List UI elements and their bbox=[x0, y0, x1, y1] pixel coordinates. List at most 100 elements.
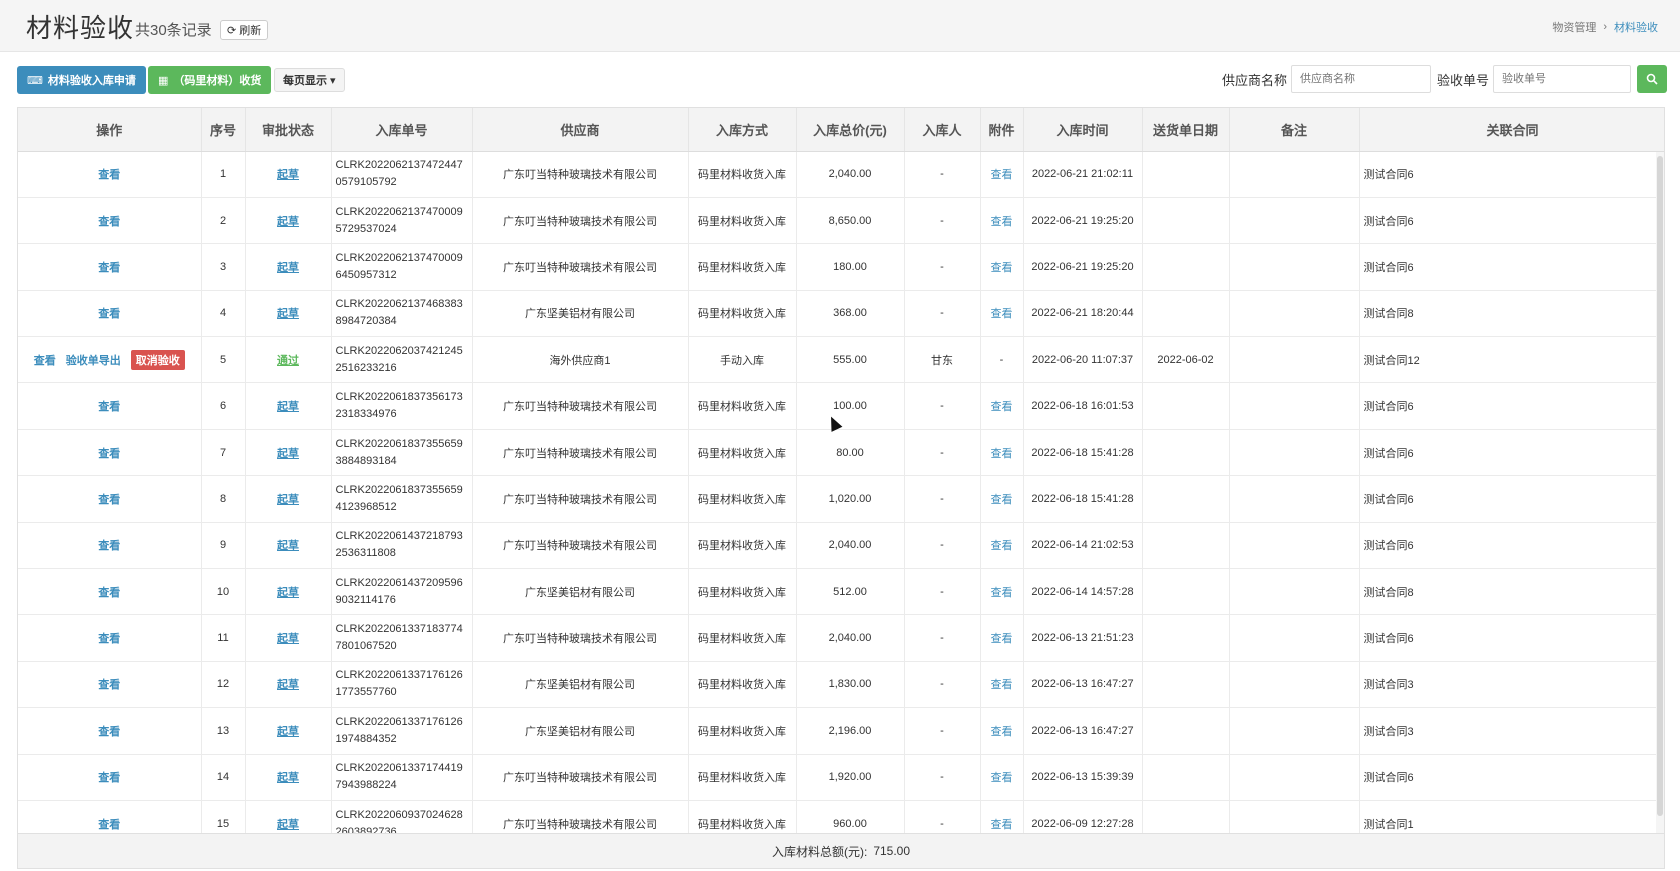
order-number: CLRK20220621374700095729537024 bbox=[335, 205, 463, 235]
view-link[interactable]: 查看 bbox=[98, 308, 120, 320]
cancel-acceptance-button[interactable]: 取消验收 bbox=[130, 349, 185, 370]
scrollbar-thumb[interactable] bbox=[1657, 156, 1663, 816]
storage-method: 手动入库 bbox=[720, 354, 764, 367]
action-group: 查看 验收单导出 取消验收 bbox=[22, 349, 197, 370]
order-number: CLRK20220618373556594123968512 bbox=[335, 483, 463, 513]
attachment-link[interactable]: 查看 bbox=[991, 262, 1013, 274]
table-cell: - bbox=[904, 197, 981, 245]
storage-time: 2022-06-21 19:25:20 bbox=[1031, 214, 1134, 227]
search-area: 供应商名称 验收单号 bbox=[1222, 65, 1667, 93]
table-cell: 80.00 bbox=[796, 429, 905, 477]
apply-button[interactable]: ⌨ 材料验收入库申请 bbox=[17, 66, 146, 94]
storage-time: 2022-06-13 16:47:27 bbox=[1031, 678, 1134, 691]
attachment-link[interactable]: 查看 bbox=[991, 587, 1013, 599]
status-link[interactable]: 起草 bbox=[277, 494, 299, 506]
table-cell: 广东叮当特种玻璃技术有限公司 bbox=[472, 754, 689, 801]
table-cell: 广东叮当特种玻璃技术有限公司 bbox=[472, 429, 689, 477]
table-cell: 起草 bbox=[245, 243, 332, 291]
table-cell: 广东叮当特种玻璃技术有限公司 bbox=[472, 522, 689, 570]
view-link[interactable]: 查看 bbox=[98, 169, 120, 181]
attachment-link[interactable]: 查看 bbox=[991, 169, 1013, 181]
related-contract: 测试合同6 bbox=[1363, 261, 1414, 274]
status-link[interactable]: 起草 bbox=[277, 448, 299, 460]
attachment-link[interactable]: 查看 bbox=[991, 772, 1013, 784]
view-link[interactable]: 查看 bbox=[98, 633, 120, 645]
vertical-scrollbar[interactable] bbox=[1656, 152, 1664, 833]
search-button[interactable] bbox=[1637, 65, 1667, 93]
table-cell: - bbox=[904, 707, 981, 755]
view-link[interactable]: 查看 bbox=[98, 587, 120, 599]
attachment-link[interactable]: 查看 bbox=[991, 308, 1013, 320]
refresh-button[interactable]: ⟳ 刷新 bbox=[220, 20, 269, 40]
view-link[interactable]: 查看 bbox=[98, 216, 120, 228]
table-cell: 起草 bbox=[245, 707, 332, 755]
view-link[interactable]: 查看 bbox=[98, 494, 120, 506]
view-link[interactable]: 查看 bbox=[98, 726, 120, 738]
table-cell: - bbox=[904, 522, 981, 570]
order-number: CLRK20220613371761261773557760 bbox=[335, 669, 463, 699]
per-page-dropdown[interactable]: 每页显示 ▾ bbox=[274, 68, 345, 92]
storage-method: 码里材料收货入库 bbox=[698, 308, 786, 321]
status-link[interactable]: 起草 bbox=[277, 772, 299, 784]
table-cell bbox=[1142, 661, 1230, 709]
attachment-link[interactable]: 查看 bbox=[991, 494, 1013, 506]
status-link[interactable]: 起草 bbox=[277, 308, 299, 320]
supplier-name: 广东叮当特种玻璃技术有限公司 bbox=[503, 633, 657, 646]
table-cell bbox=[1229, 243, 1360, 291]
breadcrumb-item-current[interactable]: 材料验收 bbox=[1614, 19, 1658, 35]
order-number: CLRK20220613371837747801067520 bbox=[335, 623, 463, 653]
table-cell: 1,830.00 bbox=[796, 661, 905, 709]
attachment-link[interactable]: 查看 bbox=[991, 540, 1013, 552]
storage-time: 2022-06-18 15:41:28 bbox=[1031, 492, 1134, 505]
status-link[interactable]: 起草 bbox=[277, 169, 299, 181]
status-link[interactable]: 起草 bbox=[277, 540, 299, 552]
status-link[interactable]: 起草 bbox=[277, 726, 299, 738]
table-row: 查看 8 起草 CLRK20220618373556594123968512 广东叮当特… bbox=[18, 475, 1664, 523]
total-price: 1,830.00 bbox=[828, 678, 872, 691]
table-cell bbox=[1229, 800, 1360, 833]
order-search-input[interactable] bbox=[1493, 65, 1631, 93]
status-link[interactable]: 起草 bbox=[277, 633, 299, 645]
table-cell: 2022-06-09 12:27:28 bbox=[1023, 800, 1143, 833]
export-link[interactable]: 验收单导出 bbox=[66, 352, 121, 368]
view-link[interactable]: 查看 bbox=[98, 540, 120, 552]
storage-person: - bbox=[940, 771, 944, 784]
attachment-link[interactable]: 查看 bbox=[991, 448, 1013, 460]
status-link[interactable]: 起草 bbox=[277, 216, 299, 228]
table-cell: 测试合同6 bbox=[1359, 614, 1664, 662]
view-link[interactable]: 查看 bbox=[34, 352, 56, 368]
attachment-link[interactable]: 查看 bbox=[991, 726, 1013, 738]
storage-time: 2022-06-21 21:02:11 bbox=[1031, 168, 1134, 181]
status-link[interactable]: 起草 bbox=[277, 262, 299, 274]
attachment-link[interactable]: 查看 bbox=[991, 401, 1013, 413]
supplier-search-input[interactable] bbox=[1290, 65, 1431, 93]
status-link[interactable]: 起草 bbox=[277, 587, 299, 599]
attachment-link[interactable]: 查看 bbox=[991, 679, 1013, 691]
status-link[interactable]: 起草 bbox=[277, 679, 299, 691]
table-cell: 查看 bbox=[18, 661, 202, 709]
view-link[interactable]: 查看 bbox=[98, 448, 120, 460]
view-link[interactable]: 查看 bbox=[98, 679, 120, 691]
view-link[interactable]: 查看 bbox=[98, 262, 120, 274]
table-cell: - bbox=[904, 568, 981, 616]
receive-label: （码里材料）收货 bbox=[173, 75, 262, 87]
status-link[interactable]: 通过 bbox=[277, 355, 299, 367]
view-link[interactable]: 查看 bbox=[98, 772, 120, 784]
attachment-link[interactable]: 查看 bbox=[991, 633, 1013, 645]
status-link[interactable]: 起草 bbox=[277, 401, 299, 413]
attachment-link[interactable]: 查看 bbox=[991, 819, 1013, 831]
view-link[interactable]: 查看 bbox=[98, 819, 120, 831]
receive-button[interactable]: ▦ （码里材料）收货 bbox=[148, 66, 272, 94]
table-cell bbox=[1229, 754, 1360, 801]
row-seq: 5 bbox=[219, 353, 227, 366]
table-cell: 查看 bbox=[980, 429, 1024, 477]
view-link[interactable]: 查看 bbox=[98, 401, 120, 413]
table-cell: 广东叮当特种玻璃技术有限公司 bbox=[472, 243, 689, 291]
status-link[interactable]: 起草 bbox=[277, 819, 299, 831]
table-cell: 码里材料收货入库 bbox=[688, 243, 797, 291]
storage-method: 码里材料收货入库 bbox=[698, 401, 786, 414]
breadcrumb-item-inventory[interactable]: 物资管理 bbox=[1552, 19, 1596, 35]
column-header: 入库方式 bbox=[688, 108, 797, 152]
attachment-link[interactable]: 查看 bbox=[991, 216, 1013, 228]
total-price: 2,196.00 bbox=[828, 724, 872, 737]
